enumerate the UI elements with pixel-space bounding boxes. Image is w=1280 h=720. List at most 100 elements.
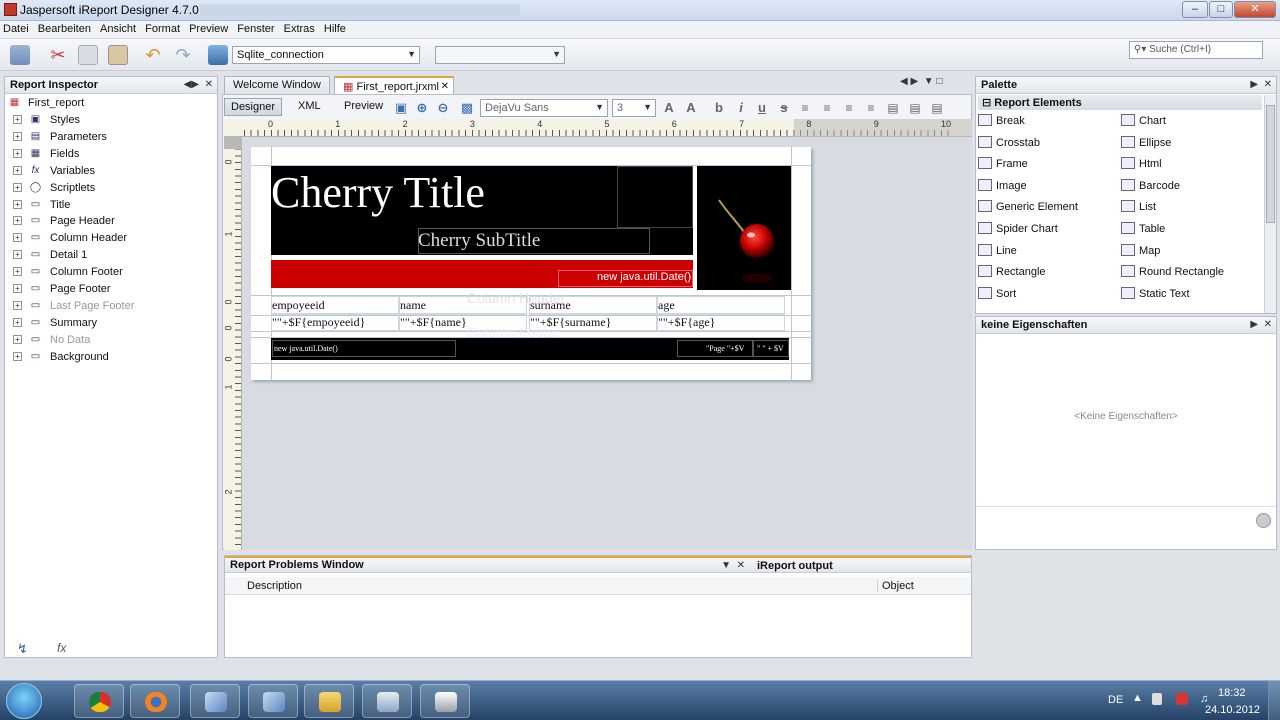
ireport-output-tab[interactable]: iReport output (757, 560, 833, 572)
layout-icon[interactable]: ▩ (459, 100, 475, 116)
paste-icon[interactable] (108, 45, 128, 65)
footer-page-expr[interactable]: "Page "+$V (706, 344, 744, 353)
expand-icon[interactable]: + (13, 334, 22, 344)
column-header-field[interactable]: name (399, 296, 527, 314)
menu-extras[interactable]: Extras (281, 21, 318, 35)
close-window-button[interactable]: ✕ (1234, 1, 1276, 18)
tray-arrow-icon[interactable]: ▲ (1132, 692, 1143, 704)
expand-icon[interactable]: + (13, 131, 22, 141)
menu-ansicht[interactable]: Ansicht (97, 21, 139, 35)
palette-item-frame[interactable]: Frame (978, 157, 1028, 170)
datasource-icon[interactable] (208, 45, 228, 65)
palette-item-image[interactable]: Image (978, 178, 1027, 192)
palette-item-round-rectangle[interactable]: Round Rectangle (1121, 265, 1224, 278)
align-bottom-icon[interactable]: ▤ (929, 100, 945, 116)
font-size-select[interactable]: 3 ▼ (612, 99, 656, 117)
align-top-icon[interactable]: ▤ (885, 100, 901, 116)
expand-icon[interactable]: + (13, 284, 22, 293)
bold-icon[interactable]: b (711, 100, 727, 116)
palette-item-table[interactable]: Table (1121, 222, 1165, 235)
column-header-field[interactable]: age (657, 296, 785, 314)
expand-icon[interactable]: + (13, 165, 22, 175)
increase-font-icon[interactable]: A (661, 100, 677, 116)
panel-controls-icon[interactable]: ▶ ✕ (1250, 319, 1272, 330)
palette-item-line[interactable]: Line (978, 243, 1017, 257)
palette-item-chart[interactable]: Chart (1121, 114, 1166, 127)
palette-item-rectangle[interactable]: Rectangle (978, 265, 1046, 278)
palette-item-spider-chart[interactable]: Spider Chart (978, 222, 1058, 235)
expand-icon[interactable]: + (13, 216, 22, 226)
xml-button[interactable]: XML (292, 98, 327, 116)
report-elements-section[interactable]: ⊟ Report Elements (978, 95, 1262, 110)
panel-controls-icon[interactable]: ◀▶ ✕ (184, 79, 213, 90)
expand-icon[interactable]: + (13, 233, 22, 243)
expand-icon[interactable]: + (13, 199, 22, 209)
detail-field[interactable]: ""+$F{age} (657, 314, 785, 331)
underline-icon[interactable]: u (754, 100, 770, 116)
taskbar-ireport[interactable] (362, 684, 412, 718)
col-description[interactable]: Description (247, 580, 302, 592)
page-footer-bar[interactable]: new java.util.Date() "Page "+$V " " + $V (271, 338, 789, 360)
cherry-image[interactable] (697, 166, 791, 290)
palette-item-generic-element[interactable]: Generic Element (978, 200, 1078, 213)
zoom-fit-icon[interactable]: ▣ (393, 100, 409, 116)
zoom-in-icon[interactable]: ⊕ (414, 100, 430, 116)
strikethrough-icon[interactable]: s (776, 100, 792, 116)
undo-icon[interactable]: ↶ (143, 45, 163, 65)
show-desktop-button[interactable] (1268, 681, 1280, 720)
taskbar-app-cube2[interactable] (248, 684, 298, 718)
cut-icon[interactable]: ✂ (48, 45, 68, 65)
expand-icon[interactable]: + (13, 300, 22, 310)
search-input[interactable]: ⚲▾ Suche (Ctrl+I) (1129, 41, 1263, 59)
detail-field[interactable]: ""+$F{empoyeeid} (271, 314, 399, 331)
footer-page2-expr[interactable]: " " + $V (757, 344, 784, 353)
menu-format[interactable]: Format (142, 21, 183, 35)
menu-preview[interactable]: Preview (186, 21, 231, 35)
column-header-field[interactable]: surname (529, 296, 657, 314)
clock-date[interactable]: 24.10.2012 (1205, 704, 1260, 716)
panel-controls-icon[interactable]: ▶ ✕ (1250, 79, 1272, 90)
scrollbar-thumb[interactable] (1266, 105, 1275, 223)
preview-button[interactable]: Preview (338, 98, 389, 116)
date-expression[interactable]: new java.util.Date() (597, 271, 691, 283)
menu-hilfe[interactable]: Hilfe (321, 21, 349, 35)
secondary-select[interactable]: ▼ (435, 46, 565, 64)
taskbar-chrome[interactable] (74, 684, 124, 718)
tree-tool-icon[interactable]: ↯ (17, 641, 28, 657)
expand-icon[interactable]: + (13, 148, 22, 158)
menu-fenster[interactable]: Fenster (234, 21, 277, 35)
align-center-icon[interactable]: ≡ (841, 100, 857, 116)
expression-tool-icon[interactable]: fx (57, 641, 66, 655)
align-right-icon[interactable]: ≡ (863, 100, 879, 116)
report-subtitle[interactable]: Cherry SubTitle (418, 230, 540, 252)
report-page[interactable]: Cherry Title ⬈ Cherry SubTitle new java.… (251, 147, 811, 380)
align-middle-icon[interactable]: ▤ (907, 100, 923, 116)
panel-controls-icon[interactable]: ▼ ✕ (721, 560, 745, 571)
maximize-button[interactable]: □ (1209, 1, 1233, 18)
tray-alert-icon[interactable] (1176, 693, 1188, 705)
font-name-select[interactable]: DejaVu Sans ▼ (480, 99, 608, 117)
expand-icon[interactable]: + (13, 115, 22, 124)
tab-nav-icons[interactable]: ◀ ▶ ▼ □ (900, 76, 942, 87)
palette-item-ellipse[interactable]: Ellipse (1121, 135, 1171, 149)
palette-item-map[interactable]: Map (1121, 243, 1160, 257)
taskbar-recorder[interactable] (420, 684, 470, 718)
tab-welcome-window[interactable]: Welcome Window (224, 76, 330, 94)
designer-button[interactable]: Designer (224, 98, 283, 116)
palette-item-static-text[interactable]: Static Text (1121, 286, 1190, 300)
copy-icon[interactable] (78, 45, 98, 65)
detail-field[interactable]: ""+$F{surname} (529, 314, 657, 331)
palette-item-html[interactable]: Html (1121, 157, 1162, 170)
menu-bearbeiten[interactable]: Bearbeiten (35, 21, 94, 35)
align-justify-icon[interactable]: ≡ (819, 100, 835, 116)
italic-icon[interactable]: i (733, 100, 749, 116)
taskbar-app-cube1[interactable] (190, 684, 240, 718)
language-indicator[interactable]: DE (1108, 694, 1123, 706)
footer-date[interactable]: new java.util.Date() (274, 344, 338, 353)
start-button[interactable] (6, 683, 42, 719)
palette-scrollbar[interactable] (1264, 95, 1276, 313)
decrease-font-icon[interactable]: A (683, 100, 699, 116)
taskbar-explorer[interactable] (304, 684, 354, 718)
palette-item-sort[interactable]: Sort (978, 286, 1016, 300)
tab-first-report[interactable]: ▦ First_report.jrxml ✕ (334, 76, 454, 94)
